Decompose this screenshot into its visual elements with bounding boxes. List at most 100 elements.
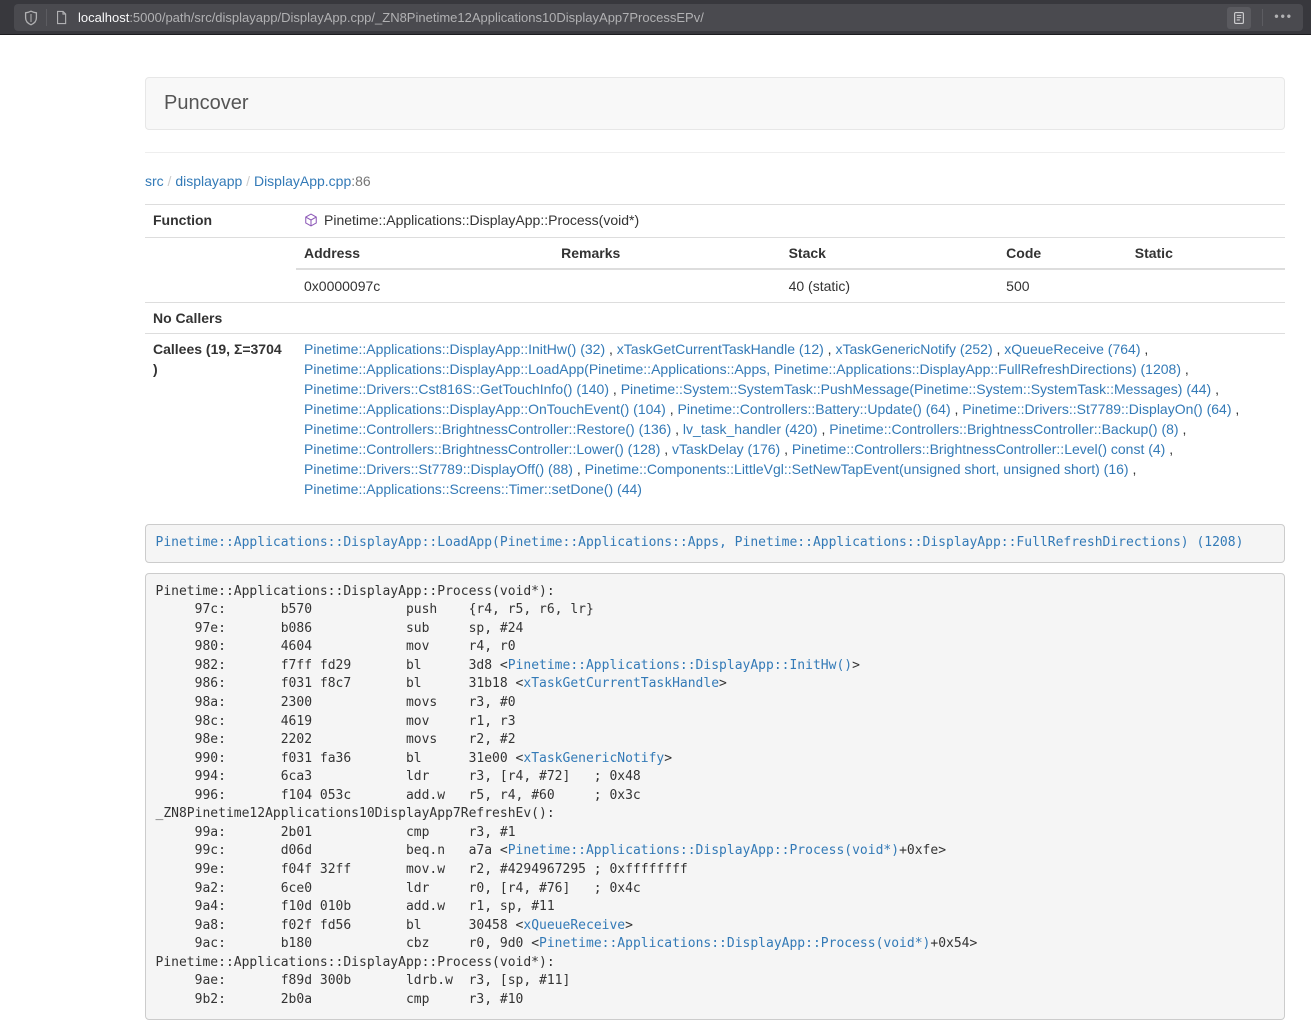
symbol-value-row: 0x0000097c 40 (static) 500 xyxy=(296,269,1285,302)
code-line: 98e: 2202 movs r2, #2 xyxy=(156,731,1275,750)
code-line: 9ae: f89d 300b ldrb.w r3, [sp, #11] xyxy=(156,972,1275,991)
symbol-detail-row: Address Remarks Stack Code Static 0x0000… xyxy=(145,238,1285,303)
function-name: Pinetime::Applications::DisplayApp::Proc… xyxy=(324,212,639,228)
divider xyxy=(145,152,1285,153)
code-text: 97c: b570 push {r4, r5, r6, lr} xyxy=(156,602,594,617)
code-value: 500 xyxy=(998,269,1127,302)
breadcrumb-link[interactable]: displayapp xyxy=(175,173,242,189)
code-symbol-link[interactable]: xTaskGetCurrentTaskHandle xyxy=(523,676,719,691)
url-host: localhost xyxy=(78,10,129,25)
code-line: 98a: 2300 movs r3, #0 xyxy=(156,694,1275,713)
col-address: Address xyxy=(296,238,553,269)
code-line: 99a: 2b01 cmp r3, #1 xyxy=(156,824,1275,843)
stack-value: 40 (static) xyxy=(781,269,999,302)
code-line: 98c: 4619 mov r1, r3 xyxy=(156,713,1275,732)
code-text: 98c: 4619 mov r1, r3 xyxy=(156,714,516,729)
code-line: 9ac: b180 cbz r0, 9d0 <Pinetime::Applica… xyxy=(156,935,1275,954)
menu-icon[interactable]: ••• xyxy=(1270,9,1303,26)
code-text: Pinetime::Applications::DisplayApp::Proc… xyxy=(156,955,555,970)
symbol-header-row: Address Remarks Stack Code Static xyxy=(296,238,1285,269)
code-text: 994: 6ca3 ldr r3, [r4, #72] ; 0x48 xyxy=(156,769,641,784)
toolbar-separator xyxy=(1262,9,1263,26)
disassembly-block: Pinetime::Applications::DisplayApp::Proc… xyxy=(145,573,1285,1020)
callee-link[interactable]: Pinetime::Components::LittleVgl::SetNewT… xyxy=(585,461,1129,477)
code-header-box: Pinetime::Applications::DisplayApp::Load… xyxy=(145,524,1285,563)
callee-link[interactable]: Pinetime::Controllers::BrightnessControl… xyxy=(304,421,671,437)
breadcrumb-link[interactable]: src xyxy=(145,173,164,189)
url-bar[interactable]: localhost:5000/path/src/displayapp/Displ… xyxy=(14,4,1303,31)
callee-link[interactable]: vTaskDelay (176) xyxy=(672,441,780,457)
identity-separator xyxy=(46,9,47,26)
callee-link[interactable]: Pinetime::Controllers::Battery::Update()… xyxy=(678,401,951,417)
callee-link[interactable]: Pinetime::Drivers::Cst816S::GetTouchInfo… xyxy=(304,381,609,397)
app-title-panel: Puncover xyxy=(145,77,1285,130)
function-label: Function xyxy=(145,205,296,238)
code-symbol-link[interactable]: Pinetime::Applications::DisplayApp::Proc… xyxy=(539,936,930,951)
code-text: > xyxy=(852,658,860,673)
code-text: 980: 4604 mov r4, r0 xyxy=(156,639,516,654)
col-code: Code xyxy=(998,238,1127,269)
static-value xyxy=(1127,269,1285,302)
page-proxy-icon[interactable] xyxy=(54,10,69,25)
callee-link[interactable]: xTaskGenericNotify (252) xyxy=(835,341,992,357)
code-text: +0xfe> xyxy=(899,843,946,858)
code-text: 99e: f04f 32ff mov.w r2, #4294967295 ; 0… xyxy=(156,862,688,877)
callee-link[interactable]: Pinetime::Applications::DisplayApp::Init… xyxy=(304,341,605,357)
breadcrumb-separator: / xyxy=(242,173,254,189)
callee-link[interactable]: lv_task_handler (420) xyxy=(683,421,818,437)
callee-link[interactable]: Pinetime::Controllers::BrightnessControl… xyxy=(829,421,1178,437)
code-text: > xyxy=(664,751,672,766)
callers-cell xyxy=(296,303,1285,334)
breadcrumb-link[interactable]: DisplayApp.cpp xyxy=(254,173,351,189)
code-symbol-link[interactable]: xTaskGenericNotify xyxy=(523,751,664,766)
code-text: 990: f031 fa36 bl 31e00 < xyxy=(156,751,524,766)
callee-link[interactable]: Pinetime::Drivers::St7789::DisplayOff() … xyxy=(304,461,573,477)
page-title: Puncover xyxy=(164,92,249,114)
empty-label xyxy=(145,238,296,303)
function-cell: Pinetime::Applications::DisplayApp::Proc… xyxy=(296,205,1285,238)
code-line: 9a4: f10d 010b add.w r1, sp, #11 xyxy=(156,898,1275,917)
code-text: 9ae: f89d 300b ldrb.w r3, [sp, #11] xyxy=(156,973,571,988)
code-text: > xyxy=(625,918,633,933)
code-text: > xyxy=(719,676,727,691)
code-line: Pinetime::Applications::DisplayApp::Proc… xyxy=(156,583,1275,602)
callee-link[interactable]: Pinetime::Controllers::BrightnessControl… xyxy=(304,441,660,457)
code-symbol-link[interactable]: Pinetime::Applications::DisplayApp::Proc… xyxy=(508,843,899,858)
callees-label: Callees (19, Σ=3704 ) xyxy=(145,334,296,505)
reader-mode-icon[interactable] xyxy=(1227,7,1251,29)
code-text: 986: f031 f8c7 bl 31b18 < xyxy=(156,676,524,691)
callers-row: No Callers xyxy=(145,303,1285,334)
code-text: 97e: b086 sub sp, #24 xyxy=(156,621,524,636)
callee-link[interactable]: Pinetime::System::SystemTask::PushMessag… xyxy=(621,381,1212,397)
code-symbol-link[interactable]: Pinetime::Applications::DisplayApp::Init… xyxy=(508,658,852,673)
code-line: 99e: f04f 32ff mov.w r2, #4294967295 ; 0… xyxy=(156,861,1275,880)
url-text[interactable]: localhost:5000/path/src/displayapp/Displ… xyxy=(78,10,1227,25)
code-line: 9a2: 6ce0 ldr r0, [r4, #76] ; 0x4c xyxy=(156,880,1275,899)
callee-link[interactable]: Pinetime::Applications::DisplayApp::Load… xyxy=(304,361,1181,377)
code-line: 996: f104 053c add.w r5, r4, #60 ; 0x3c xyxy=(156,787,1275,806)
code-text: 98a: 2300 movs r3, #0 xyxy=(156,695,516,710)
code-line: 982: f7ff fd29 bl 3d8 <Pinetime::Applica… xyxy=(156,657,1275,676)
callees-row: Callees (19, Σ=3704 ) Pinetime::Applicat… xyxy=(145,334,1285,505)
callee-link[interactable]: Pinetime::Applications::Screens::Timer::… xyxy=(304,481,642,497)
callee-link[interactable]: Pinetime::Applications::DisplayApp::OnTo… xyxy=(304,401,666,417)
shield-icon[interactable] xyxy=(14,10,39,26)
code-symbol-link[interactable]: xQueueReceive xyxy=(523,918,625,933)
code-header-link[interactable]: Pinetime::Applications::DisplayApp::Load… xyxy=(156,535,1244,550)
code-text: 9ac: b180 cbz r0, 9d0 < xyxy=(156,936,540,951)
url-path: :5000/path/src/displayapp/DisplayApp.cpp… xyxy=(129,10,704,25)
callee-link[interactable]: xTaskGetCurrentTaskHandle (12) xyxy=(617,341,824,357)
breadcrumb-line-number: :86 xyxy=(351,173,370,189)
code-text: +0x54> xyxy=(930,936,977,951)
callee-link[interactable]: xQueueReceive (764) xyxy=(1004,341,1140,357)
code-text: Pinetime::Applications::DisplayApp::Proc… xyxy=(156,584,555,599)
code-text: 9a8: f02f fd56 bl 30458 < xyxy=(156,918,524,933)
code-line: _ZN8Pinetime12Applications10DisplayApp7R… xyxy=(156,805,1275,824)
code-text: 99c: d06d beq.n a7a < xyxy=(156,843,508,858)
function-row: Function Pinetime::Applications::Display… xyxy=(145,205,1285,238)
no-callers-label: No Callers xyxy=(145,303,296,334)
code-line: 9a8: f02f fd56 bl 30458 <xQueueReceive> xyxy=(156,917,1275,936)
callee-link[interactable]: Pinetime::Drivers::St7789::DisplayOn() (… xyxy=(962,401,1231,417)
callee-link[interactable]: Pinetime::Controllers::BrightnessControl… xyxy=(792,441,1165,457)
cube-icon xyxy=(304,212,318,232)
